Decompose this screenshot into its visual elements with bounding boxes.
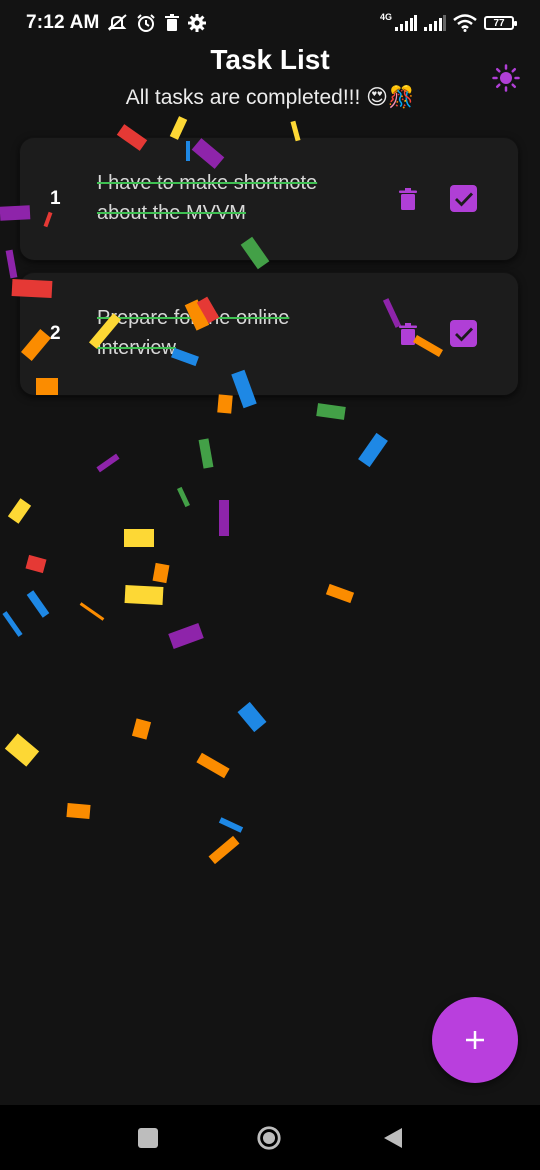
- task-card[interactable]: 1 I have to make shortnote about the MVV…: [20, 138, 518, 260]
- signal-icon: [424, 15, 446, 31]
- home-icon: [257, 1126, 281, 1150]
- recent-apps-button[interactable]: [135, 1125, 161, 1151]
- task-number: 1: [50, 188, 61, 209]
- page-title: Task List: [210, 44, 330, 75]
- settings-icon: [187, 14, 206, 32]
- theme-toggle-button[interactable]: [490, 62, 522, 94]
- battery-icon: 77: [484, 16, 517, 30]
- confetti-piece: [79, 602, 105, 621]
- confetti-piece: [168, 623, 204, 649]
- home-button[interactable]: [256, 1125, 282, 1151]
- plus-icon: [466, 1031, 484, 1049]
- confetti-piece: [124, 529, 154, 547]
- confetti-piece: [196, 752, 230, 779]
- check-icon: [454, 327, 473, 342]
- confetti-piece: [169, 116, 188, 140]
- status-time: 7:12 AM: [26, 12, 100, 33]
- task-number: 2: [50, 323, 61, 344]
- trash-icon: [399, 323, 417, 345]
- confetti-piece: [4, 733, 40, 767]
- back-button[interactable]: [380, 1125, 406, 1151]
- mute-icon: [107, 14, 128, 32]
- trash-icon: [164, 14, 180, 32]
- task-text: Prepare for the online interview: [97, 307, 290, 359]
- confetti-piece: [177, 486, 190, 508]
- add-task-button[interactable]: [432, 997, 518, 1083]
- confetti-piece: [124, 585, 164, 605]
- back-icon: [384, 1128, 402, 1148]
- confetti-piece: [5, 249, 18, 279]
- confetti-piece: [358, 432, 388, 468]
- wifi-icon: [453, 14, 477, 32]
- confetti-piece: [25, 554, 47, 574]
- status-right: 4G 77: [379, 11, 517, 32]
- sun-icon: [492, 64, 520, 92]
- delete-task-button[interactable]: [394, 184, 422, 214]
- confetti-piece: [66, 803, 91, 819]
- status-bar: 7:12 AM 4G 77: [0, 0, 540, 46]
- task-complete-checkbox[interactable]: [450, 320, 477, 347]
- task-text: I have to make shortnote about the MVVM: [97, 172, 318, 224]
- confetti-piece: [152, 562, 170, 584]
- confetti-piece: [2, 611, 23, 637]
- confetti-piece: [131, 718, 152, 740]
- trash-icon: [399, 188, 417, 210]
- signal-icon: [395, 15, 417, 31]
- confetti-piece: [218, 817, 244, 833]
- recent-apps-icon: [138, 1128, 158, 1148]
- confetti-piece: [219, 500, 229, 536]
- confetti-piece: [237, 701, 267, 733]
- confetti-piece: [198, 438, 214, 469]
- confetti-piece: [208, 835, 240, 865]
- delete-task-button[interactable]: [394, 319, 422, 349]
- check-icon: [454, 192, 473, 207]
- confetti-piece: [316, 403, 346, 420]
- navigation-bar: [0, 1105, 540, 1170]
- status-left: 7:12 AM: [26, 12, 206, 34]
- completion-message: All tasks are completed!!! 😍🎊: [125, 86, 415, 109]
- task-card[interactable]: 2 Prepare for the online interview: [20, 273, 518, 395]
- confetti-piece: [96, 453, 120, 473]
- network-label: 4G: [379, 11, 392, 22]
- battery-level: 77: [493, 17, 505, 29]
- confetti-piece: [325, 583, 355, 604]
- confetti-piece: [26, 590, 50, 618]
- confetti-piece: [217, 394, 233, 414]
- confetti-piece: [7, 498, 32, 524]
- task-complete-checkbox[interactable]: [450, 185, 477, 212]
- alarm-icon: [136, 13, 156, 33]
